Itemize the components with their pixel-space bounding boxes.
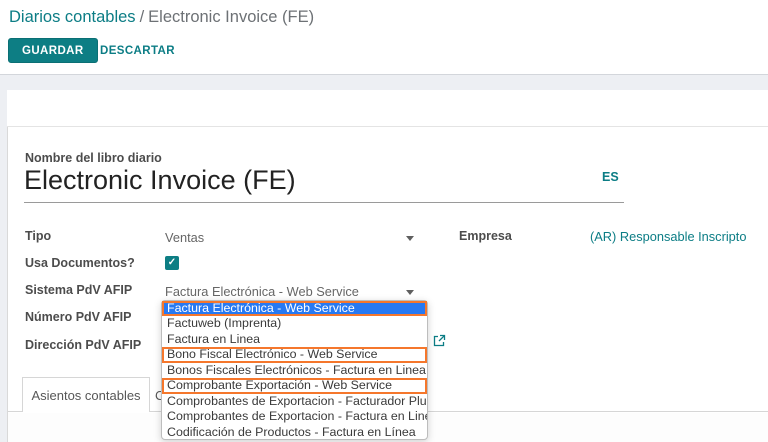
usa-documentos-label: Usa Documentos? [25, 256, 135, 270]
breadcrumb-current: Electronic Invoice (FE) [148, 8, 314, 26]
chevron-down-icon [406, 236, 414, 241]
dropdown-option[interactable]: Comprobante Exportación - Web Service [162, 378, 427, 393]
dropdown-option[interactable]: Codificación de Productos - Factura en L… [162, 425, 427, 440]
external-link-icon[interactable] [433, 334, 446, 347]
dropdown-option[interactable]: Factura en Linea [162, 332, 427, 347]
empresa-value-link[interactable]: (AR) Responsable Inscripto [590, 229, 746, 244]
dropdown-option[interactable]: Bonos Fiscales Electrónicos - Factura en… [162, 363, 427, 378]
odoo-journal-form-page: Diarios contables/Electronic Invoice (FE… [0, 0, 768, 442]
tab-asientos-contables[interactable]: Asientos contables [22, 377, 150, 412]
journal-name-input[interactable]: Electronic Invoice (FE) [24, 165, 624, 203]
usa-documentos-checkbox[interactable]: ✓ [165, 256, 179, 270]
dropdown-option[interactable]: Bono Fiscal Electrónico - Web Service [162, 347, 427, 362]
tipo-label: Tipo [25, 229, 51, 243]
dropdown-option[interactable]: Comprobantes de Exportacion - Factura en… [162, 409, 427, 424]
statusbar [7, 90, 768, 127]
control-panel: Diarios contables/Electronic Invoice (FE… [0, 0, 768, 74]
sistema-pdv-value: Factura Electrónica - Web Service [165, 284, 359, 299]
dropdown-option[interactable]: Factura Electrónica - Web Service [162, 301, 427, 316]
empresa-label: Empresa [459, 229, 512, 243]
translation-badge[interactable]: ES [602, 170, 619, 184]
breadcrumb-parent-link[interactable]: Diarios contables [9, 8, 136, 26]
journal-name-label: Nombre del libro diario [25, 151, 162, 165]
dropdown-option[interactable]: Factuweb (Imprenta) [162, 316, 427, 331]
tipo-select[interactable]: Ventas [165, 229, 420, 247]
sistema-pdv-dropdown-menu: Factura Electrónica - Web Service Factuw… [161, 300, 428, 440]
sistema-pdv-label: Sistema PdV AFIP [25, 283, 132, 297]
sistema-pdv-select[interactable]: Factura Electrónica - Web Service [165, 283, 420, 301]
chevron-down-icon [406, 290, 414, 295]
check-icon: ✓ [168, 258, 176, 268]
save-button[interactable]: GUARDAR [8, 38, 98, 63]
discard-button[interactable]: DESCARTAR [96, 38, 179, 63]
tipo-value: Ventas [165, 230, 204, 245]
breadcrumb-separator: / [136, 8, 149, 26]
direccion-pdv-label: Dirección PdV AFIP [25, 338, 141, 352]
dropdown-option[interactable]: Comprobantes de Exportacion - Facturador… [162, 394, 427, 409]
numero-pdv-label: Número PdV AFIP [25, 310, 132, 324]
breadcrumb: Diarios contables/Electronic Invoice (FE… [9, 8, 314, 27]
